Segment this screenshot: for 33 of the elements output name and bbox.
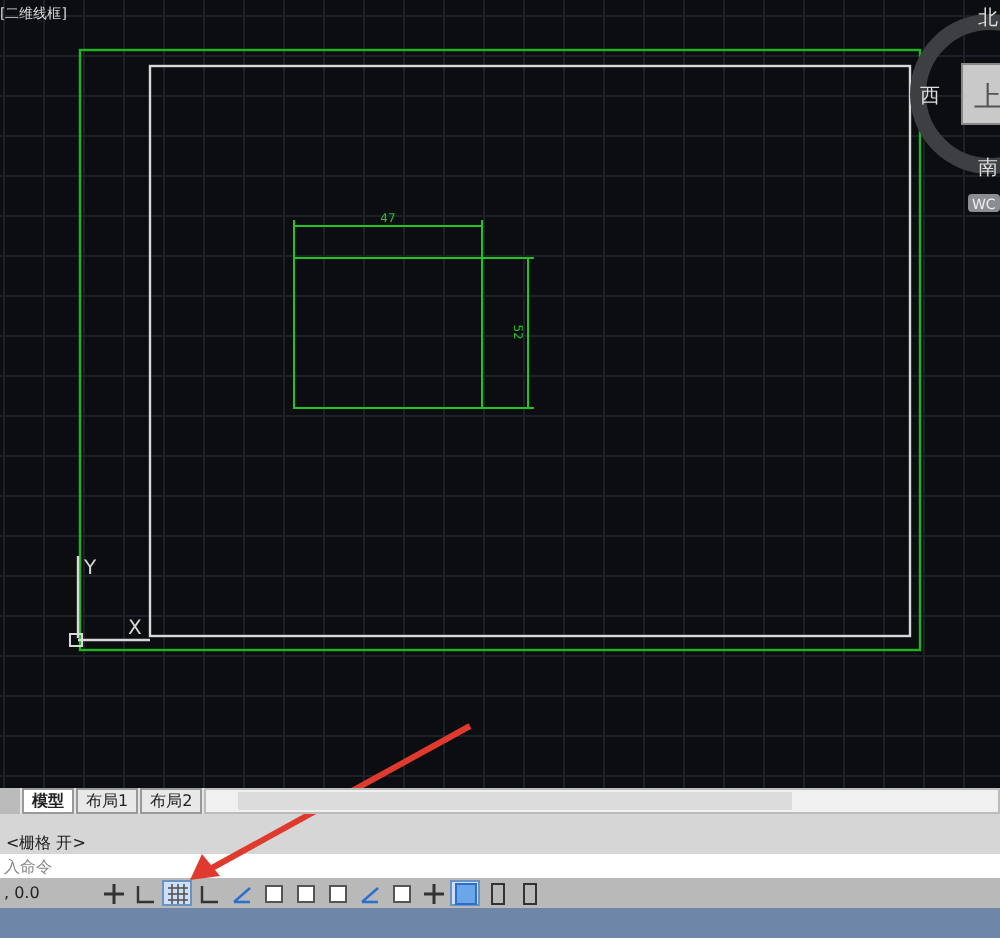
square-icon xyxy=(325,881,349,905)
axis-label: X xyxy=(128,618,142,640)
filled-square-icon xyxy=(453,881,477,905)
rectangle-icon xyxy=(485,881,509,905)
ucs-icon xyxy=(69,556,150,647)
status-toggle-button[interactable] xyxy=(98,880,128,906)
crosshair-icon xyxy=(421,881,445,905)
horizontal-scrollbar[interactable] xyxy=(204,788,1000,814)
grid-icon xyxy=(165,881,189,905)
rectangle-icon xyxy=(517,881,541,905)
square-icon xyxy=(293,881,317,905)
compass-label[interactable]: 南 xyxy=(978,158,998,180)
corner-icon xyxy=(197,881,221,905)
angle-icon xyxy=(357,881,381,905)
viewcube-face[interactable] xyxy=(961,63,1000,125)
axis-label: Y xyxy=(84,558,97,580)
status-toggle-button[interactable] xyxy=(162,880,192,906)
square-icon xyxy=(261,881,285,905)
status-toggle-button[interactable] xyxy=(450,880,480,906)
compass-label[interactable]: 北 xyxy=(978,8,998,30)
command-input-field[interactable]: 入命令 xyxy=(0,854,1000,878)
command-history: <栅格 开> xyxy=(6,832,86,854)
corner-icon xyxy=(133,881,157,905)
compass-label[interactable]: 西 xyxy=(920,86,940,108)
status-toggle-button[interactable] xyxy=(418,880,448,906)
angle-icon xyxy=(229,881,253,905)
layout-tab[interactable]: 模型 xyxy=(22,788,74,814)
coordinates-readout: , 0.0 xyxy=(4,884,42,902)
layout-tab[interactable]: 布局1 xyxy=(76,788,139,814)
crosshair-icon xyxy=(101,881,125,905)
layout-tab[interactable]: 布局2 xyxy=(140,788,203,814)
square-icon xyxy=(389,881,413,905)
ucs-badge[interactable] xyxy=(968,194,1000,212)
